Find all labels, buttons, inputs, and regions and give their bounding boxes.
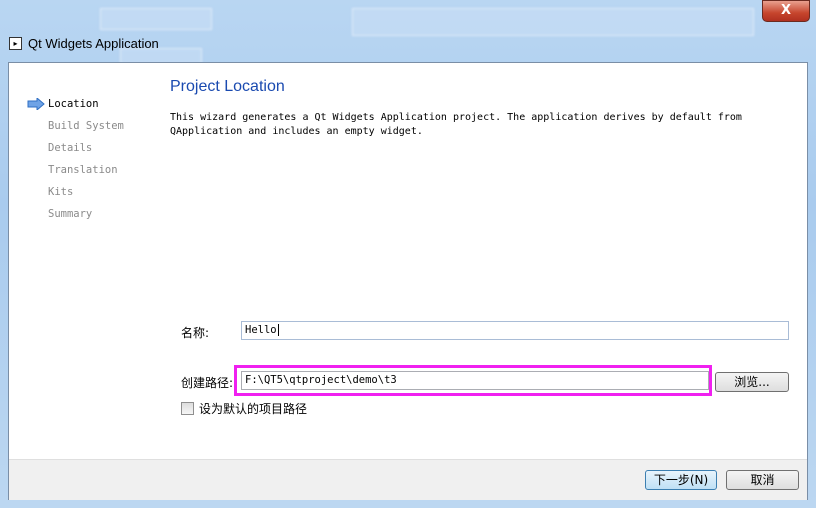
step-kits: Kits xyxy=(27,181,124,203)
step-label: Translation xyxy=(48,164,118,176)
step-build-system: Build System xyxy=(27,115,124,137)
step-translation: Translation xyxy=(27,159,124,181)
wizard-client: Location Build System Details Translation Ki… xyxy=(8,62,808,500)
default-path-label[interactable]: 设为默认的项目路径 xyxy=(199,400,307,417)
background-window xyxy=(100,8,212,30)
path-label: 创建路径: xyxy=(181,376,234,390)
step-location: Location xyxy=(27,93,124,115)
window-title-text: Qt Widgets Application xyxy=(28,36,159,51)
name-input[interactable]: Hello xyxy=(241,321,789,340)
step-label: Kits xyxy=(48,186,74,198)
step-label: Summary xyxy=(48,208,93,220)
highlight-box xyxy=(234,365,712,396)
cancel-button[interactable]: 取消 xyxy=(726,470,799,490)
page-description: This wizard generates a Qt Widgets Appli… xyxy=(170,112,742,137)
default-path-checkbox[interactable] xyxy=(181,402,194,415)
background-window xyxy=(352,8,754,36)
step-label: Location xyxy=(48,98,99,110)
window-title: ▸ Qt Widgets Application xyxy=(9,36,159,51)
step-summary: Summary xyxy=(27,203,124,225)
next-button[interactable]: 下一步(N) xyxy=(645,470,717,490)
name-label: 名称: xyxy=(181,326,210,340)
text-cursor xyxy=(277,324,279,336)
current-step-arrow-icon xyxy=(27,98,45,110)
close-button[interactable]: X xyxy=(762,0,810,22)
step-details: Details xyxy=(27,137,124,159)
wizard-footer: 下一步(N) 取消 xyxy=(9,459,807,500)
name-value: Hello xyxy=(245,324,277,336)
step-label: Build System xyxy=(48,120,124,132)
step-label: Details xyxy=(48,142,93,154)
browse-button[interactable]: 浏览... xyxy=(715,372,789,392)
page-title: Project Location xyxy=(170,78,285,95)
wizard-steps: Location Build System Details Translation Ki… xyxy=(27,93,124,225)
app-icon: ▸ xyxy=(9,37,22,50)
